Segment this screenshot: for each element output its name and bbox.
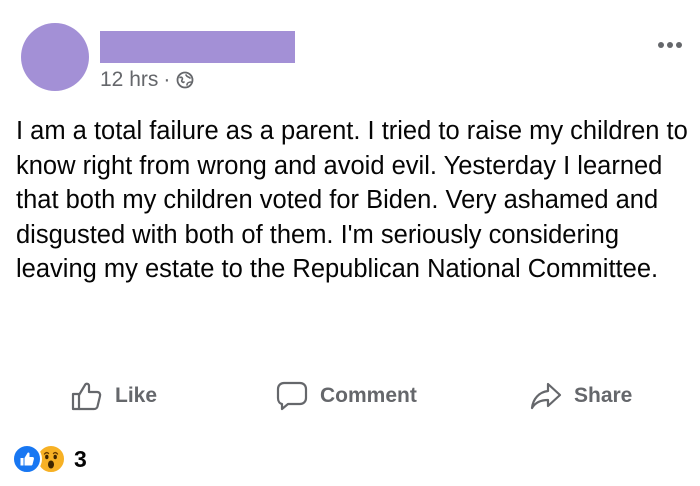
post-text: I am a total failure as a parent. I trie…: [16, 117, 688, 283]
avatar[interactable]: [21, 23, 89, 91]
share-label: Share: [574, 384, 633, 407]
share-button[interactable]: Share: [530, 374, 632, 418]
globe-icon: [176, 71, 194, 89]
action-bar: Like Comment Share: [0, 374, 700, 418]
comment-label: Comment: [320, 384, 417, 407]
like-icon: [12, 444, 42, 474]
post-meta: 12 hrs ·: [100, 68, 194, 92]
thumbs-up-icon: [71, 382, 102, 411]
more-dot-icon: [658, 42, 664, 48]
reaction-count: 3: [74, 445, 87, 472]
share-arrow-icon: [530, 382, 562, 410]
like-button[interactable]: Like: [71, 374, 157, 418]
facebook-post: 12 hrs · I am a total failure as a paren…: [0, 0, 700, 486]
more-options-button[interactable]: [658, 42, 682, 48]
like-label: Like: [115, 384, 158, 407]
comment-button[interactable]: Comment: [276, 374, 417, 418]
redacted-author-name: [100, 31, 295, 63]
more-dot-icon: [667, 42, 673, 48]
comment-bubble-icon: [276, 381, 308, 411]
post-timestamp[interactable]: 12 hrs: [100, 68, 158, 92]
more-dot-icon: [676, 42, 682, 48]
meta-separator: ·: [163, 68, 171, 91]
reaction-summary[interactable]: 3: [12, 444, 87, 474]
